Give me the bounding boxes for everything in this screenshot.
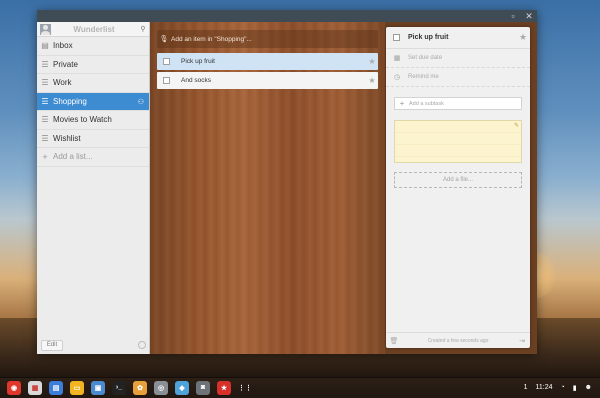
- sidebar-item-label: Wishlist: [53, 133, 81, 143]
- sidebar-item-label: Work: [53, 78, 72, 88]
- star-icon[interactable]: ★: [516, 32, 530, 43]
- sidebar-item-inbox[interactable]: ▤ Inbox: [37, 37, 149, 56]
- sidebar-item-movies[interactable]: ☰ Movies to Watch: [37, 111, 149, 130]
- microphone-icon[interactable]: 🎙: [157, 35, 171, 43]
- reminder-row[interactable]: ◷ Remind me: [386, 68, 530, 87]
- list-icon: ☰: [41, 96, 49, 106]
- files-icon[interactable]: ▤: [49, 380, 63, 395]
- plus-icon: +: [399, 99, 405, 108]
- list-icon: ☰: [41, 59, 49, 69]
- note-area[interactable]: ✎: [394, 120, 522, 163]
- sidebar-item-shopping[interactable]: ☰ Shopping ⚇: [37, 92, 149, 111]
- maximize-icon[interactable]: ▫: [508, 11, 518, 21]
- list-icon: ☰: [41, 133, 49, 143]
- clock-icon: ◷: [393, 74, 401, 81]
- star-icon[interactable]: ★: [366, 57, 378, 66]
- terminal-icon[interactable]: ›_: [112, 380, 126, 395]
- sidebar-item-label: Movies to Watch: [53, 115, 112, 125]
- due-date-row[interactable]: ▦ Set due date: [386, 49, 530, 68]
- add-file-button[interactable]: Add a file...: [394, 172, 522, 188]
- sidebar-item-label: Shopping: [53, 96, 87, 106]
- star-icon[interactable]: ★: [366, 76, 378, 85]
- task-label: Pick up fruit: [181, 58, 215, 65]
- subtask-placeholder: Add a subtask: [409, 100, 444, 107]
- detail-title[interactable]: Pick up fruit: [408, 34, 516, 41]
- add-item-input[interactable]: 🎙 Add an item in "Shopping"...: [157, 30, 378, 48]
- status-tray[interactable]: 1 11:24 ◔ ▮ ☻: [524, 377, 600, 398]
- app-icon[interactable]: ◆: [175, 380, 189, 395]
- detail-title-row: Pick up fruit ★: [386, 27, 530, 49]
- search-icon[interactable]: ⚲: [137, 25, 149, 33]
- detail-footer: 🗑 Created a few seconds ago ⇥: [386, 332, 530, 348]
- created-timestamp: Created a few seconds ago: [427, 337, 489, 344]
- list-icon: ☰: [41, 115, 49, 125]
- sync-icon[interactable]: [138, 341, 146, 349]
- task-checkbox[interactable]: [163, 77, 170, 84]
- launcher-icon[interactable]: ⋮⋮: [238, 381, 252, 395]
- notification-count: 1: [523, 384, 528, 391]
- task-row[interactable]: And socks ★: [157, 72, 378, 89]
- trash-icon[interactable]: 🗑: [386, 337, 402, 345]
- plus-icon: +: [42, 151, 48, 162]
- due-date-label: Set due date: [408, 55, 443, 61]
- task-checkbox[interactable]: [163, 58, 170, 65]
- expand-icon[interactable]: ⇥: [514, 337, 530, 345]
- sidebar-header: Wunderlist ⚲: [37, 22, 149, 37]
- window-titlebar: ▫ ✕: [37, 10, 537, 22]
- edit-note-icon[interactable]: ✎: [514, 122, 519, 129]
- app-title: Wunderlist: [73, 24, 115, 34]
- subtask-input[interactable]: + Add a subtask: [394, 97, 522, 110]
- monitor-icon[interactable]: ▣: [91, 380, 105, 395]
- task-detail-panel: Pick up fruit ★ ▦ Set due date ◷ Remind …: [386, 27, 530, 348]
- calendar-icon: ▦: [393, 55, 401, 62]
- sidebar-item-label: Inbox: [53, 41, 73, 51]
- list-icon: ☰: [41, 78, 49, 88]
- task-label: And socks: [181, 77, 211, 84]
- detail-checkbox[interactable]: [393, 34, 400, 41]
- edit-button[interactable]: Edit: [41, 340, 63, 351]
- share-list-icon[interactable]: ⚇: [138, 98, 144, 106]
- add-item-placeholder: Add an item in "Shopping"...: [171, 35, 252, 43]
- avatar[interactable]: [40, 23, 51, 35]
- wunderlist-window: ▫ ✕ Wunderlist ⚲ ▤ Inbox ☰ Private ☰ Wor…: [37, 10, 537, 354]
- close-icon[interactable]: ✕: [524, 11, 534, 21]
- sidebar-item-work[interactable]: ☰ Work: [37, 74, 149, 93]
- shelf: ◉ ▦ ▤ ▭ ▣ ›_ ✿ ◎ ◆ ◙ ★ ⋮⋮ 1 11:24 ◔ ▮ ☻: [0, 377, 600, 398]
- chrome-icon[interactable]: ◉: [7, 380, 21, 395]
- reminder-label: Remind me: [408, 74, 439, 80]
- task-list-area: 🎙 Add an item in "Shopping"... Pick up f…: [150, 22, 385, 354]
- wunderlist-icon[interactable]: ★: [217, 380, 231, 395]
- sidebar-footer: Edit: [37, 338, 150, 354]
- task-row[interactable]: Pick up fruit ★: [157, 53, 378, 70]
- docs-icon[interactable]: ▭: [70, 380, 84, 395]
- clock-time: 11:24: [535, 384, 553, 391]
- add-list-label: Add a list...: [53, 152, 93, 162]
- sidebar: Wunderlist ⚲ ▤ Inbox ☰ Private ☰ Work ☰ …: [37, 22, 150, 354]
- calendar-icon[interactable]: ▦: [28, 380, 42, 395]
- photos-icon[interactable]: ✿: [133, 380, 147, 395]
- sidebar-item-private[interactable]: ☰ Private: [37, 56, 149, 74]
- add-list-button[interactable]: + Add a list...: [37, 148, 149, 167]
- inbox-icon: ▤: [41, 41, 49, 51]
- user-avatar-icon: ☻: [584, 384, 592, 391]
- sidebar-item-wishlist[interactable]: ☰ Wishlist: [37, 130, 149, 148]
- camera-icon[interactable]: ◎: [154, 380, 168, 395]
- wifi-icon: ◔: [560, 384, 565, 391]
- camera-icon-2[interactable]: ◙: [196, 380, 210, 395]
- battery-icon: ▮: [572, 384, 577, 392]
- sidebar-item-label: Private: [53, 59, 78, 69]
